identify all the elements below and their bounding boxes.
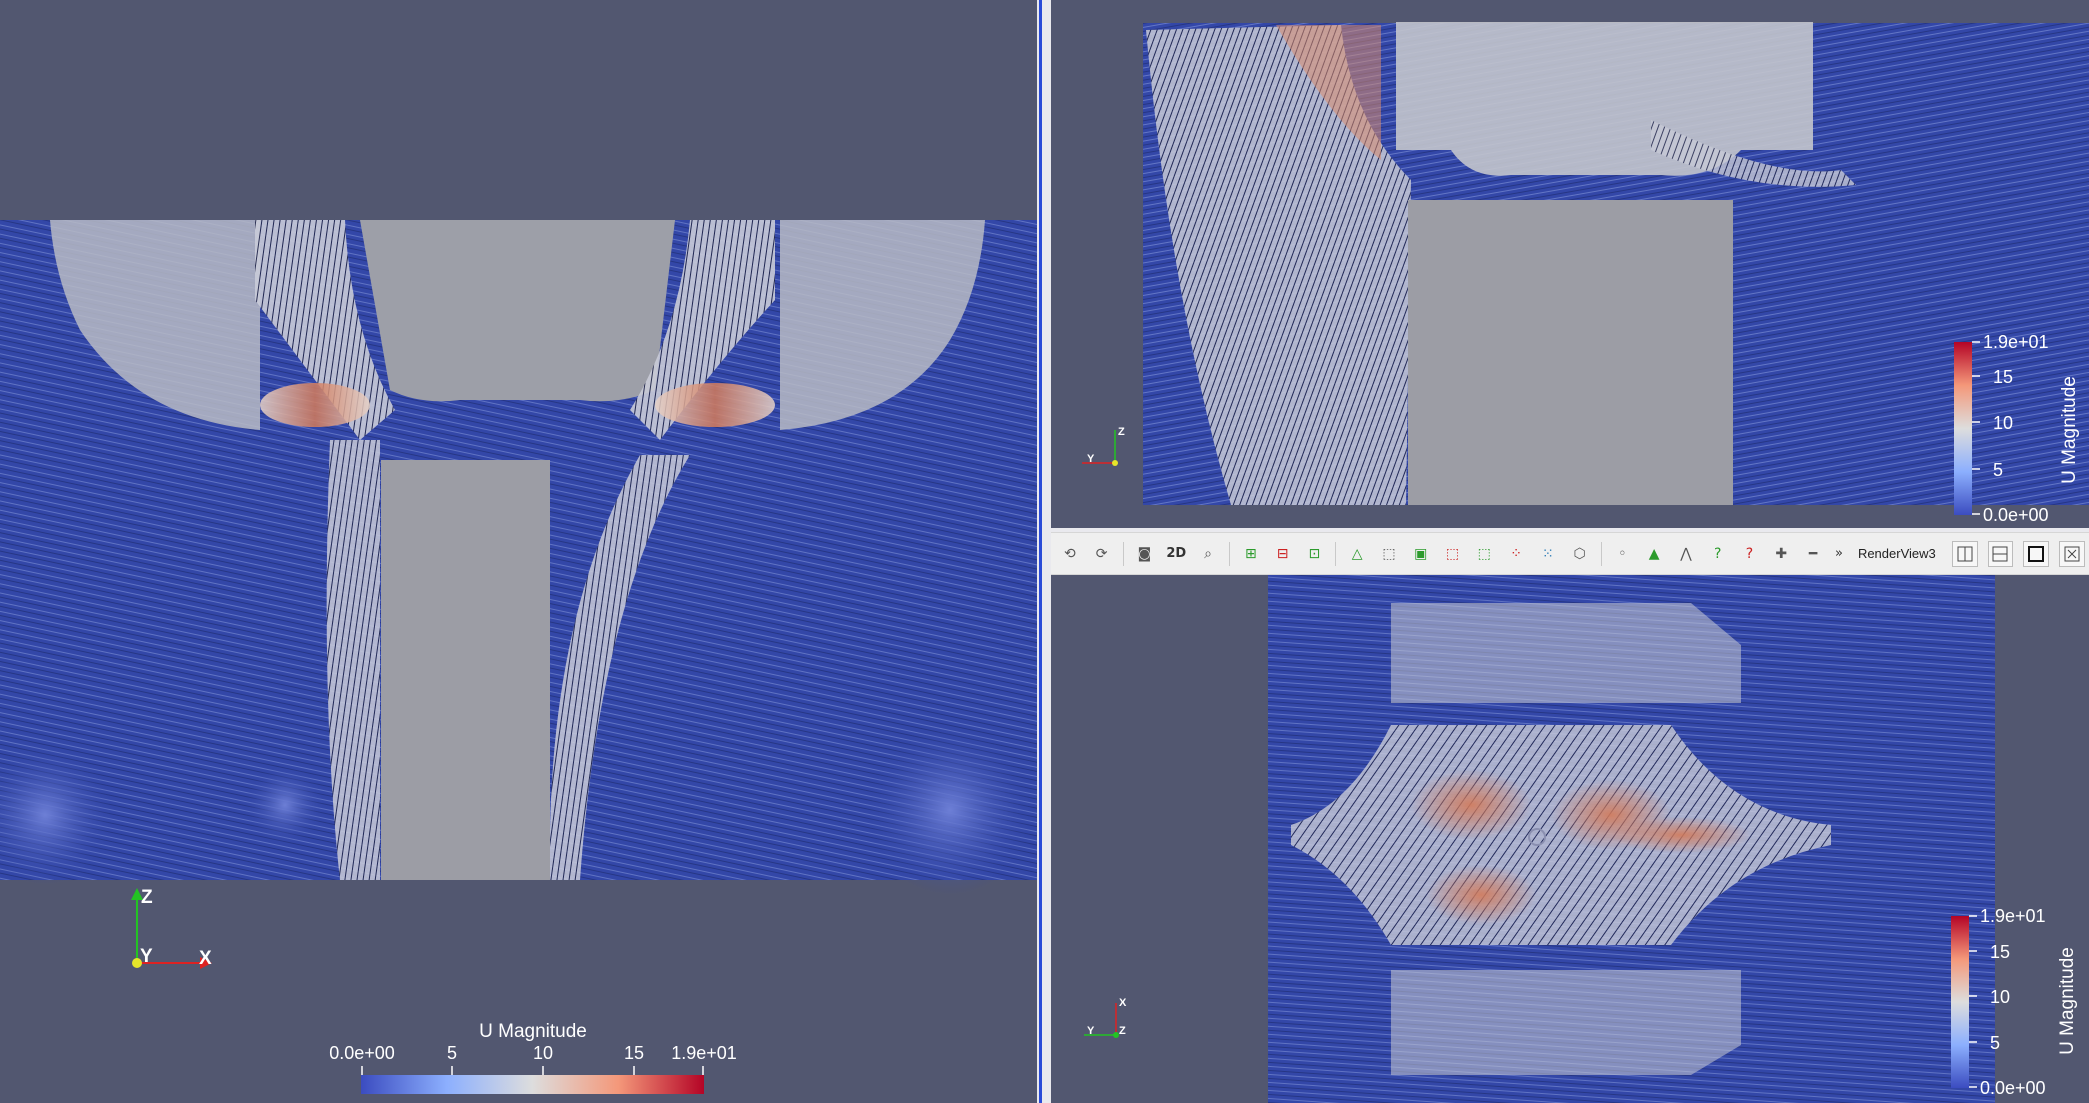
render-view-bottom-right[interactable]: X Y Z 1.9e+01 15 10 5 0.0e+00 U Magnitud… (1051, 575, 2089, 1103)
select-cells-through-icon[interactable]: ⊡ (1302, 541, 1328, 567)
axis-y-label: Y (140, 946, 153, 967)
nozzle-body (360, 220, 675, 402)
toggle-2d-button[interactable]: 2D (1163, 541, 1189, 567)
high-velocity-region (1611, 817, 1751, 853)
toolbar-overflow-button[interactable]: » (1832, 541, 1846, 567)
select-points-on-icon[interactable]: ⊟ (1270, 541, 1296, 567)
axis-x-label: X (1119, 997, 1127, 1009)
lower-housing (1391, 970, 1741, 1075)
high-velocity-right (655, 383, 775, 427)
high-velocity-region (1426, 865, 1536, 925)
stream-left (326, 440, 380, 880)
axis-y-label: Y (1087, 1025, 1095, 1037)
high-velocity-region (1411, 770, 1531, 840)
orientation-axes: Z X Y (131, 887, 212, 969)
colorbar-tick: 1.9e+01 (1980, 906, 2046, 926)
upper-housing (1391, 603, 1741, 703)
colorbar-tick: 5 (1990, 1033, 2000, 1053)
select-frustum-icon[interactable]: ▲ (1641, 541, 1667, 567)
axis-z-label: Z (1118, 426, 1125, 438)
colorbar-tick: 0.0e+00 (1983, 505, 2049, 525)
axis-y-label: Y (1087, 453, 1095, 465)
central-obstacle (1408, 200, 1733, 505)
find-data-icon[interactable]: ⋀ (1673, 541, 1699, 567)
select-points-polygon-icon[interactable]: ⬚ (1376, 541, 1402, 567)
colorbar-tick: 10 (533, 1043, 553, 1063)
reset-camera-icon[interactable]: ⟲ (1057, 541, 1083, 567)
view-name-label: RenderView3 (1857, 546, 1936, 561)
flow-visualization-top-right: Z Y 1.9e+01 15 10 5 0.0e+00 U Magnitude (1082, 22, 2089, 525)
colorbar-title: U Magnitude (2059, 376, 2080, 484)
vortex (245, 765, 325, 845)
colorbar-tick: 10 (1990, 987, 2010, 1007)
zoom-to-box-icon[interactable]: ⌕ (1195, 541, 1221, 567)
central-obstacle (381, 460, 550, 880)
orientation-axes: Z Y (1082, 426, 1125, 466)
render-view-left[interactable]: Z X Y U Magnitude 0.0e+00 5 10 15 1.9e+0… (0, 0, 1037, 1103)
close-view-icon[interactable] (2059, 540, 2085, 567)
colorbar-left: U Magnitude 0.0e+00 5 10 15 1.9e+01 (329, 1021, 737, 1094)
split-vertical-icon[interactable] (1987, 540, 2014, 567)
colorbar-tick: 10 (1993, 413, 2013, 433)
select-cells-on-icon[interactable]: ⊞ (1238, 541, 1264, 567)
select-blocks-icon[interactable]: ⬚ (1440, 541, 1466, 567)
maximize-icon[interactable] (2023, 540, 2050, 567)
colorbar-tick: 15 (1993, 367, 2013, 387)
capture-screenshot-icon[interactable]: ◙ (1132, 541, 1158, 567)
vertical-splitter[interactable] (1037, 0, 1051, 1103)
shrink-selection-icon[interactable]: ◦ (1610, 541, 1636, 567)
colorbar-tick: 1.9e+01 (1983, 332, 2049, 352)
colorbar-title: U Magnitude (2057, 947, 2078, 1055)
hover-points-icon[interactable]: ⁙ (1535, 541, 1561, 567)
grow-selection-icon[interactable]: ⬡ (1567, 541, 1593, 567)
hover-points-query-icon[interactable]: ? (1737, 541, 1763, 567)
remove-icon[interactable]: ━ (1800, 541, 1826, 567)
colorbar-tick: 15 (1990, 942, 2010, 962)
render-view-toolbar: ⟲ ⟳ ◙ 2D ⌕ ⊞ ⊟ ⊡ △ ⬚ ▣ ⬚ ⬚ ⁘ ⁙ ⬡ ◦ ▲ ⋀ ?… (1051, 532, 2089, 575)
colorbar-tick: 1.9e+01 (671, 1043, 737, 1063)
colorbar-title: U Magnitude (479, 1021, 587, 1042)
select-polygon-icon[interactable]: △ (1344, 541, 1370, 567)
hover-cells-icon[interactable]: ? (1705, 541, 1731, 567)
axis-z-label: Z (1119, 1025, 1126, 1037)
axis-z-label: Z (141, 887, 153, 908)
orientation-axes: X Y Z (1084, 997, 1127, 1038)
select-points-interactive-icon[interactable]: ⬚ (1471, 541, 1497, 567)
reset-camera-closest-icon[interactable]: ⟳ (1089, 541, 1115, 567)
flow-visualization-left: Z X Y U Magnitude 0.0e+00 5 10 15 1.9e+0… (0, 220, 1037, 1094)
flow-visualization-bottom-right: X Y Z 1.9e+01 15 10 5 0.0e+00 U Magnitud… (1084, 575, 2078, 1103)
select-points-grid-icon[interactable]: ⁘ (1503, 541, 1529, 567)
axis-x-label: X (199, 948, 212, 969)
add-icon[interactable]: ✚ (1768, 541, 1794, 567)
colorbar-tick: 0.0e+00 (329, 1043, 395, 1063)
high-velocity-left (260, 383, 370, 427)
interactive-select-icon[interactable]: ▣ (1408, 541, 1434, 567)
colorbar-tick: 5 (447, 1043, 457, 1063)
split-horizontal-icon[interactable] (1951, 540, 1978, 567)
colorbar-tick: 15 (624, 1043, 644, 1063)
colorbar-tick: 0.0e+00 (1980, 1078, 2046, 1098)
vortex (865, 725, 1035, 895)
colorbar-tick: 5 (1993, 460, 2003, 480)
render-view-top-right[interactable]: Z Y 1.9e+01 15 10 5 0.0e+00 U Magnitude (1051, 0, 2089, 528)
